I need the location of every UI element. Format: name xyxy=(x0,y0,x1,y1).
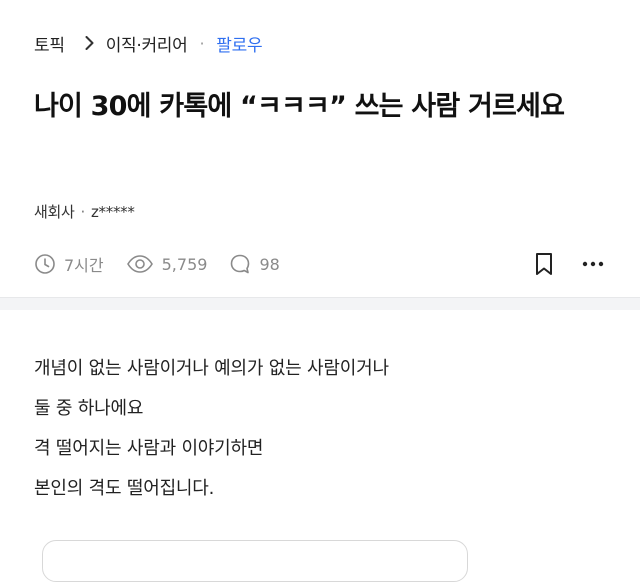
post-body-line: 격 떨어지는 사람과 이야기하면 xyxy=(34,438,264,459)
section-divider xyxy=(0,297,640,310)
post-title: 나이 30에 카톡에 “ㅋㅋㅋ” 쓰는 사람 거르세요 xyxy=(34,91,565,122)
post-body-line: 둘 중 하나에요 xyxy=(34,398,144,419)
clock-icon xyxy=(35,254,55,274)
post-actions xyxy=(534,250,604,278)
stat-views-value: 5,759 xyxy=(161,254,208,274)
eye-icon xyxy=(126,255,153,273)
breadcrumb-separator: · xyxy=(199,33,205,53)
follow-button[interactable]: 팔로우 xyxy=(216,31,262,56)
stat-views: 5,759 xyxy=(126,254,208,274)
chevron-right-icon xyxy=(85,36,94,50)
post-stats: 7시간 5,759 98 xyxy=(34,250,302,278)
author-company[interactable]: 새회사 xyxy=(34,201,75,222)
post-body-line: 본인의 격도 떨어집니다. xyxy=(34,478,215,499)
stat-comments-value: 98 xyxy=(259,254,280,274)
breadcrumb-category[interactable]: 이직·커리어 xyxy=(106,31,188,56)
breadcrumb: 토픽 이직·커리어 · 팔로우 xyxy=(34,30,263,56)
more-horizontal-icon xyxy=(582,261,604,267)
bookmark-icon xyxy=(536,253,552,275)
bookmark-button[interactable] xyxy=(534,252,554,276)
stat-comments[interactable]: 98 xyxy=(229,253,280,275)
author-nickname[interactable]: z***** xyxy=(91,203,135,221)
breadcrumb-topic[interactable]: 토픽 xyxy=(34,31,65,56)
stat-time: 7시간 xyxy=(34,252,104,276)
post-body-line: 개념이 없는 사람이거나 예의가 없는 사람이거나 xyxy=(34,358,389,379)
post-body: 개념이 없는 사람이거나 예의가 없는 사람이거나 둘 중 하나에요 격 떨어지… xyxy=(34,349,614,509)
post-author: 새회사 · z***** xyxy=(34,201,135,222)
comment-bubble-icon xyxy=(231,254,250,274)
stat-time-value: 7시간 xyxy=(64,256,104,275)
author-separator: · xyxy=(80,202,86,221)
bottom-card[interactable] xyxy=(42,540,468,582)
more-button[interactable] xyxy=(582,261,604,267)
